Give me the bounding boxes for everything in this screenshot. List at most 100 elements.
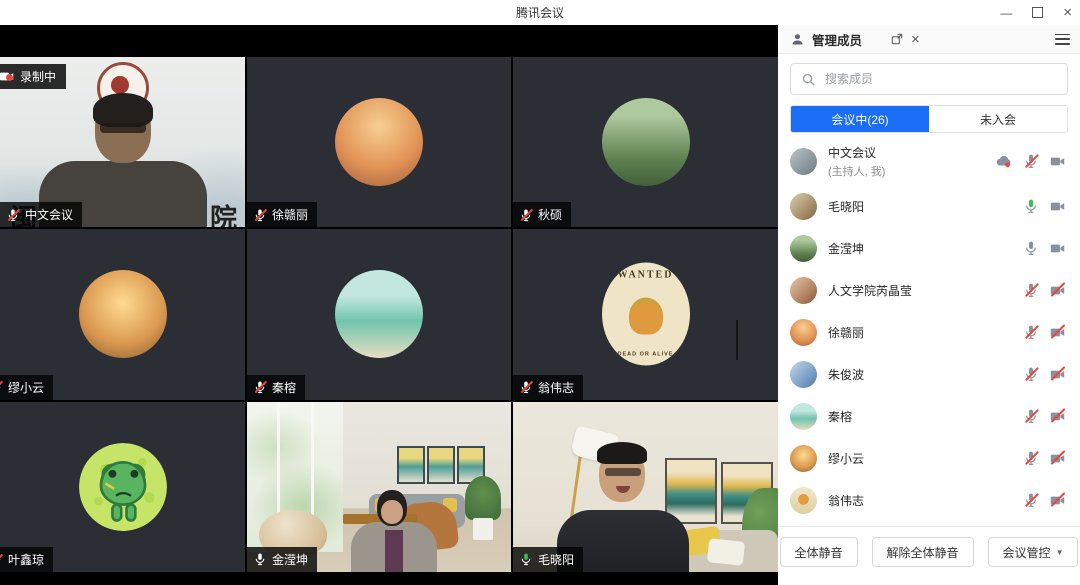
avatar	[790, 147, 817, 175]
popout-panel-icon[interactable]	[890, 32, 904, 46]
meeting-controls-label: 会议管控	[1002, 545, 1051, 560]
poster-figure	[628, 297, 663, 335]
mic-muted-icon[interactable]	[1023, 450, 1039, 466]
member-search[interactable]	[790, 63, 1068, 95]
video-tile-zhongwenhuiyi[interactable]: 闽江学 文学院 SCHOOL OF HUMANIT NG UNIVERSITY …	[0, 57, 245, 228]
participant-name: 叶鑫琼	[8, 552, 45, 567]
panel-resize-handle[interactable]	[736, 320, 738, 360]
member-list: 中文会议 (主持人, 我) 毛晓阳 金滢坤 人文学院芮晶莹 徐赣丽 朱俊波 秦榕…	[778, 133, 1080, 526]
member-row[interactable]: 人文学院芮晶莹	[778, 269, 1080, 311]
pillow	[706, 537, 746, 566]
cloud-recording-icon[interactable]	[995, 152, 1013, 170]
avatar	[790, 486, 817, 514]
camera-off-icon[interactable]	[1049, 324, 1066, 341]
video-tile-xuganli[interactable]: 徐赣丽	[247, 57, 511, 228]
mic-muted-icon[interactable]	[1023, 492, 1039, 508]
minimize-button[interactable]: —	[1000, 7, 1012, 19]
tile-name-label: 金滢坤	[247, 546, 318, 572]
camera-off-icon[interactable]	[1049, 282, 1066, 299]
manage-members-panel: 管理成员 × 会议中(26) 未入会 中文会议 (主持人, 我)	[778, 25, 1080, 585]
member-row[interactable]: 毛晓阳	[778, 185, 1080, 227]
camera-on-icon[interactable]	[1049, 198, 1066, 215]
avatar	[790, 318, 817, 346]
mic-muted-icon[interactable]	[1023, 324, 1039, 340]
participant-name: 秦榕	[272, 380, 297, 395]
panel-footer: 全体静音 解除全体静音 会议管控 ▼	[778, 526, 1080, 585]
mic-muted-icon[interactable]	[1023, 282, 1039, 298]
mic-muted-icon[interactable]	[1023, 366, 1039, 382]
mute-all-button[interactable]: 全体静音	[779, 537, 858, 567]
search-icon	[801, 72, 816, 87]
member-name: 秦榕	[828, 409, 853, 424]
video-tile-wengweizhi[interactable]: WANTED DEAD OR ALIVE 翁伟志	[513, 229, 778, 400]
avatar	[335, 98, 423, 187]
participant-name: 翁伟志	[538, 380, 575, 395]
mic-on-icon	[253, 552, 267, 566]
mic-muted-icon	[0, 380, 3, 394]
window-title: 腾讯会议	[515, 6, 564, 20]
mic-speaking-icon	[519, 552, 533, 566]
search-input[interactable]	[823, 71, 1057, 87]
member-row[interactable]: 翁伟志	[778, 479, 1080, 521]
maximize-button[interactable]	[1032, 7, 1044, 18]
member-row[interactable]: 徐赣丽	[778, 311, 1080, 353]
avatar	[790, 444, 817, 472]
close-panel-icon[interactable]: ×	[911, 32, 920, 47]
member-name: 金滢坤	[828, 241, 865, 256]
member-row[interactable]: 朱俊波	[778, 353, 1080, 395]
video-tile-miaoxiaoyun[interactable]: 缪小云	[0, 229, 245, 400]
panel-title: 管理成员	[812, 33, 863, 48]
window-titlebar: 腾讯会议	[0, 0, 1080, 26]
plant	[465, 475, 501, 520]
members-icon	[790, 32, 805, 47]
wall-art	[665, 457, 717, 524]
avatar	[790, 192, 817, 220]
wall-art	[427, 445, 455, 484]
participant-name: 缪小云	[8, 380, 45, 395]
tile-name-label: 秦榕	[247, 374, 306, 400]
meeting-controls-button[interactable]: 会议管控 ▼	[987, 537, 1079, 567]
video-tile-maoxiaoyang[interactable]: 毛晓阳	[513, 401, 778, 572]
participant-name: 中文会议	[25, 208, 74, 223]
tab-not-joined[interactable]: 未入会	[929, 106, 1067, 132]
person-face	[381, 499, 403, 524]
member-row[interactable]: 秦榕	[778, 395, 1080, 437]
video-grid: 闽江学 文学院 SCHOOL OF HUMANIT NG UNIVERSITY …	[0, 57, 778, 572]
video-tile-yexinqiong[interactable]: 叶鑫琼	[0, 401, 245, 572]
unmute-all-button[interactable]: 解除全体静音	[871, 537, 974, 567]
participant-name: 秋硕	[538, 208, 563, 223]
mic-speaking-icon[interactable]	[1023, 198, 1039, 214]
camera-on-icon[interactable]	[1049, 240, 1066, 257]
camera-off-icon[interactable]	[1049, 366, 1066, 383]
video-tile-jinyingkun[interactable]: 金滢坤	[247, 401, 511, 572]
menu-icon[interactable]	[1055, 33, 1070, 45]
camera-off-icon[interactable]	[1049, 450, 1066, 467]
camera-off-icon[interactable]	[1049, 408, 1066, 425]
chevron-down-icon: ▼	[1055, 547, 1064, 557]
close-window-button[interactable]: ×	[1063, 5, 1072, 20]
member-row-host[interactable]: 中文会议 (主持人, 我)	[778, 137, 1080, 185]
mic-muted-icon[interactable]	[1023, 153, 1039, 169]
camera-on-icon[interactable]	[1049, 153, 1066, 170]
avatar-frog	[78, 442, 167, 531]
wall-art	[397, 445, 425, 484]
video-tile-qiushuo[interactable]: 秋硕	[513, 57, 778, 228]
video-tile-qinrong[interactable]: 秦榕	[247, 229, 511, 400]
member-row[interactable]: 金滢坤	[778, 227, 1080, 269]
tile-name-label: 徐赣丽	[247, 202, 318, 228]
mic-muted-icon	[6, 208, 20, 222]
member-name: 翁伟志	[828, 493, 865, 508]
camera-off-icon[interactable]	[1049, 492, 1066, 509]
member-row[interactable]: 缪小云	[778, 437, 1080, 479]
tab-in-meeting[interactable]: 会议中(26)	[791, 106, 929, 132]
avatar	[790, 402, 817, 430]
mic-muted-icon	[519, 380, 533, 394]
tile-name-label: 叶鑫琼	[0, 546, 54, 572]
participant-name: 毛晓阳	[538, 552, 575, 567]
mic-muted-icon[interactable]	[1023, 408, 1039, 424]
poster-bottom-text: DEAD OR ALIVE	[617, 351, 674, 358]
panel-header: 管理成员 ×	[778, 25, 1080, 54]
member-role: (主持人, 我)	[828, 165, 886, 178]
member-tabs: 会议中(26) 未入会	[790, 105, 1068, 133]
mic-on-icon[interactable]	[1023, 240, 1039, 256]
